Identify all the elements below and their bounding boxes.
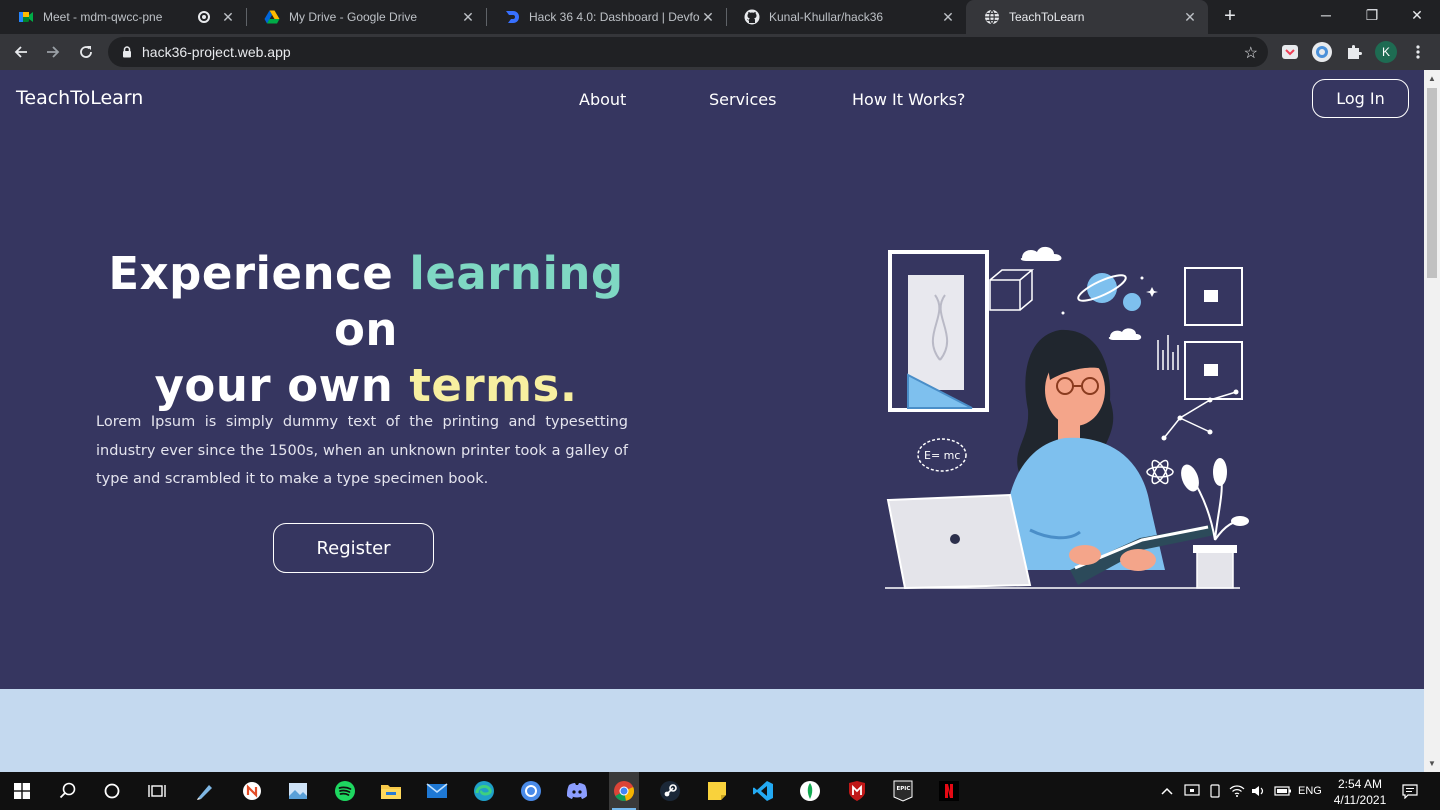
scrollbar-thumb[interactable] [1427, 88, 1437, 278]
back-icon[interactable] [8, 39, 34, 65]
globe-icon [985, 9, 999, 25]
task-view-icon[interactable] [143, 777, 171, 805]
lock-icon [123, 46, 131, 58]
restore-icon[interactable]: ❐ [1349, 0, 1395, 30]
forward-icon[interactable] [40, 39, 66, 65]
hero-title: Experience learning on your own terms. [96, 246, 636, 414]
extensions-puzzle-icon[interactable] [1342, 40, 1366, 64]
photos-app-icon[interactable] [284, 777, 312, 805]
profile-initial: K [1375, 41, 1397, 63]
steam-icon[interactable] [656, 777, 684, 805]
next-section-band [0, 689, 1424, 772]
scroll-up-arrow-icon[interactable]: ▲ [1427, 74, 1437, 83]
tray-device-icon[interactable] [1208, 772, 1222, 810]
browser-tab-strip: Meet - mdm-qwcc-pne ✕ My Drive - Google … [0, 0, 1440, 34]
hero-title-highlight-terms: terms. [409, 359, 578, 412]
windows-start-icon[interactable] [8, 777, 36, 805]
google-meet-icon [19, 12, 33, 22]
tab-github[interactable]: Kunal-Khullar/hack36 ✕ [726, 0, 966, 34]
mongodb-compass-icon[interactable] [796, 777, 824, 805]
cortana-icon[interactable] [98, 777, 126, 805]
nav-about[interactable]: About [579, 90, 626, 109]
chromium-app-icon[interactable] [517, 777, 545, 805]
devfolio-icon [506, 11, 519, 23]
nav-how-it-works[interactable]: How It Works? [852, 90, 965, 109]
spotify-icon[interactable] [331, 777, 359, 805]
web-page: TeachToLearn About Services How It Works… [0, 70, 1424, 772]
close-window-icon[interactable]: ✕ [1394, 0, 1440, 30]
extension-circle-icon[interactable] [1310, 40, 1334, 64]
close-tab-icon[interactable]: ✕ [220, 9, 236, 25]
wifi-icon[interactable] [1229, 772, 1245, 810]
hero-title-part: on [334, 303, 398, 356]
chrome-taskbar-icon[interactable] [609, 772, 639, 810]
close-tab-icon[interactable]: ✕ [700, 9, 716, 25]
tab-teachtolearn[interactable]: TeachToLearn ✕ [966, 0, 1208, 34]
search-icon[interactable] [54, 777, 82, 805]
close-tab-icon[interactable]: ✕ [940, 9, 956, 25]
login-button[interactable]: Log In [1312, 79, 1409, 118]
netflix-icon[interactable] [935, 777, 963, 805]
notion-style-app-icon[interactable] [238, 777, 266, 805]
pen-app-icon[interactable] [191, 777, 219, 805]
discord-icon[interactable] [563, 777, 591, 805]
tab-devfolio[interactable]: Hack 36 4.0: Dashboard | Devfolio ✕ [486, 0, 726, 34]
page-scrollbar[interactable]: ▲ ▼ [1424, 70, 1440, 772]
tab-meet[interactable]: Meet - mdm-qwcc-pne ✕ [0, 0, 246, 34]
more-menu-icon[interactable] [1406, 40, 1430, 64]
address-bar[interactable]: hack36-project.web.app ☆ [108, 37, 1268, 67]
mcafee-icon[interactable] [843, 777, 871, 805]
mail-icon[interactable] [423, 777, 451, 805]
close-tab-icon[interactable]: ✕ [1182, 9, 1198, 25]
pocket-extension-icon[interactable] [1278, 40, 1302, 64]
formula-text: E= mc [924, 449, 960, 462]
file-explorer-icon[interactable] [377, 777, 405, 805]
tab-google-drive[interactable]: My Drive - Google Drive ✕ [246, 0, 486, 34]
close-tab-icon[interactable]: ✕ [460, 9, 476, 25]
github-icon [744, 9, 760, 25]
new-tab-icon[interactable]: + [1218, 4, 1242, 28]
browser-toolbar: hack36-project.web.app ☆ K [0, 34, 1440, 70]
battery-icon[interactable] [1274, 772, 1292, 810]
url-text: hack36-project.web.app [142, 44, 291, 60]
volume-icon[interactable] [1251, 772, 1267, 810]
taskbar-clock[interactable]: 2:54 AM 4/11/2021 [1326, 776, 1394, 808]
edge-browser-icon[interactable] [470, 777, 498, 805]
tray-chevron-icon[interactable] [1160, 772, 1174, 810]
scroll-down-arrow-icon[interactable]: ▼ [1427, 759, 1437, 768]
language-indicator[interactable]: ENG [1298, 772, 1322, 810]
epic-games-icon[interactable]: EPIC [889, 777, 917, 805]
woman-reading-illustration: E= mc [885, 246, 1249, 590]
hero-description: Lorem Ipsum is simply dummy text of the … [96, 414, 628, 487]
profile-avatar[interactable]: K [1374, 40, 1398, 64]
google-drive-icon [264, 10, 280, 24]
hero-title-highlight-learning: learning [409, 247, 624, 300]
notifications-icon[interactable] [1402, 772, 1418, 810]
site-brand[interactable]: TeachToLearn [16, 87, 143, 109]
clock-date: 4/11/2021 [1333, 793, 1387, 807]
recording-indicator-icon [198, 11, 210, 23]
bookmark-star-icon[interactable]: ☆ [1244, 43, 1258, 63]
tray-meet-present-icon[interactable] [1184, 772, 1200, 810]
svg-text:EPIC: EPIC [897, 786, 911, 792]
hero-title-part: Experience [108, 247, 394, 300]
sticky-notes-icon[interactable] [703, 777, 731, 805]
vscode-icon[interactable] [749, 777, 777, 805]
register-button[interactable]: Register [273, 523, 434, 573]
reload-icon[interactable] [73, 39, 99, 65]
clock-time: 2:54 AM [1337, 777, 1383, 791]
hero-title-part: your own [154, 359, 394, 412]
minimize-icon[interactable]: ─ [1303, 0, 1349, 30]
windows-taskbar: EPIC ENG 2:54 AM 4/11/2021 [0, 772, 1440, 810]
nav-services[interactable]: Services [709, 90, 776, 109]
